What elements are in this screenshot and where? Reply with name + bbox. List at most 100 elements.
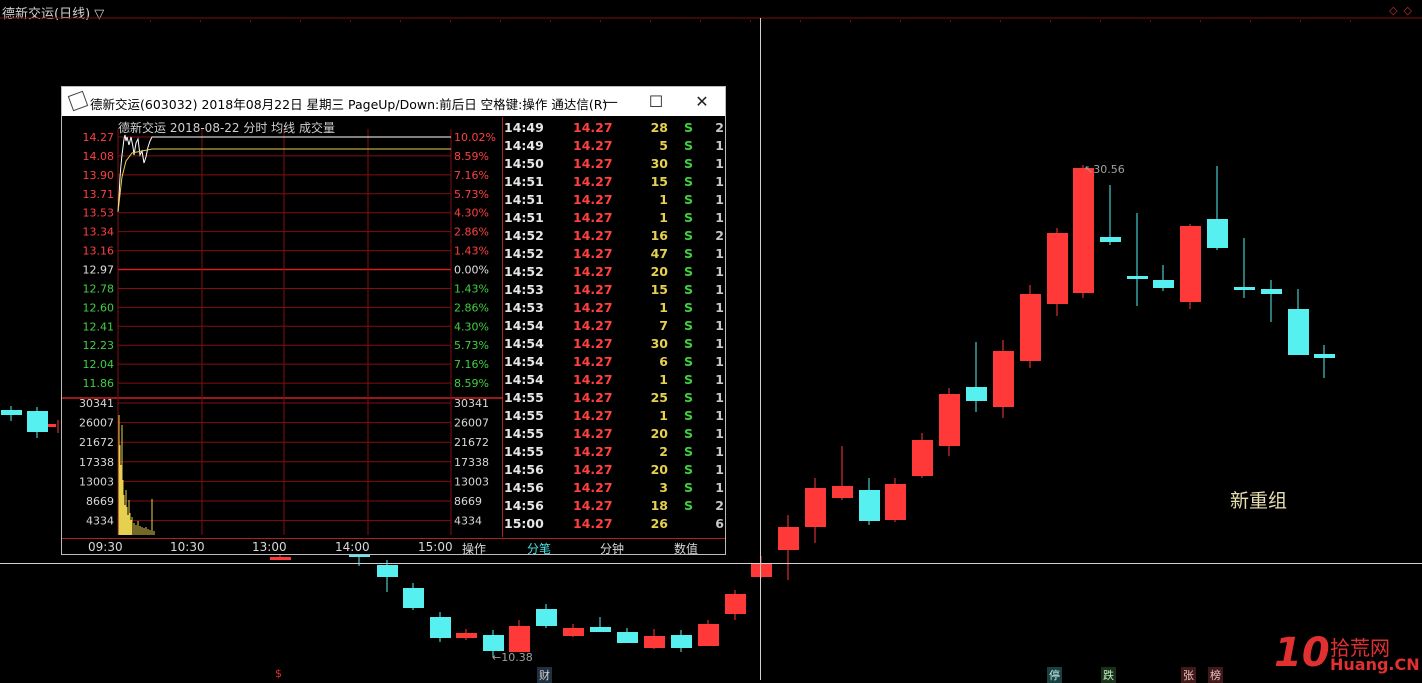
candle-body <box>1207 219 1228 248</box>
high-price-label: ↖30.56 <box>1084 163 1125 176</box>
close-icon[interactable]: ✕ <box>679 87 725 116</box>
tick-volume: 15 <box>650 174 668 189</box>
tick-row: 14:55 14.27 1 S 1 <box>503 407 726 425</box>
tick-price: 14.27 <box>573 264 613 279</box>
tick-price: 14.27 <box>573 174 613 189</box>
candle-body <box>563 628 584 636</box>
tick-direction: S <box>684 354 694 369</box>
candle-body <box>939 394 960 446</box>
app-icon <box>67 90 89 112</box>
top-tick <box>1150 20 1151 22</box>
tick-volume: 30 <box>650 336 668 351</box>
tick-row: 14:56 14.27 20 S 1 <box>503 461 726 479</box>
candle-body <box>698 624 719 646</box>
candle-body <box>1100 237 1121 242</box>
tick-count: 1 <box>715 282 724 297</box>
tick-time: 14:50 <box>504 156 544 171</box>
tab-operate[interactable]: 操作 <box>462 540 486 557</box>
tick-time: 14:53 <box>504 282 544 297</box>
pct-axis-label: 1.43% <box>454 282 489 295</box>
tick-count: 1 <box>715 390 724 405</box>
volume-axis-label: 17338 <box>79 456 114 469</box>
tick-price: 14.27 <box>573 516 613 531</box>
kline-stage[interactable]: 德新交运(日线) ▽ ◇◇ ↖30.56 ←10.38 新重组 $ 财 停 跌 … <box>0 0 1422 683</box>
tick-count: 1 <box>715 246 724 261</box>
candle-body <box>993 351 1014 407</box>
candle-body <box>1 410 22 415</box>
candle-body <box>483 635 504 651</box>
event-badge-finance[interactable]: 财 <box>537 667 552 683</box>
minimize-icon[interactable]: — <box>587 87 633 116</box>
pct-axis-label: 4.30% <box>454 207 489 220</box>
intraday-popup-window[interactable]: 德新交运(603032) 2018年08月22日 星期三 PageUp/Down… <box>61 86 726 557</box>
tick-time: 14:49 <box>504 138 544 153</box>
tick-count: 1 <box>715 336 724 351</box>
top-tick <box>700 20 701 22</box>
tick-row: 14:50 14.27 30 S 1 <box>503 155 726 173</box>
candle-body <box>966 387 987 401</box>
top-tick <box>1200 20 1201 22</box>
tick-volume: 26 <box>650 516 668 531</box>
maximize-icon[interactable]: ☐ <box>633 87 679 116</box>
tick-price: 14.27 <box>573 228 613 243</box>
tick-row: 14:54 14.27 30 S 1 <box>503 335 726 353</box>
tick-volume: 28 <box>650 120 668 135</box>
tick-time: 14:51 <box>504 192 544 207</box>
time-axis-label: 09:30 <box>88 540 123 554</box>
top-tick <box>300 20 301 22</box>
tick-time: 15:00 <box>504 516 544 531</box>
tick-count: 2 <box>715 120 724 135</box>
tick-direction: S <box>684 246 694 261</box>
tick-time: 14:55 <box>504 408 544 423</box>
tab-minute[interactable]: 分钟 <box>600 540 624 557</box>
tick-row: 14:52 14.27 16 S 2 <box>503 227 726 245</box>
event-badge-rank[interactable]: 榜 <box>1208 667 1223 683</box>
popup-title-bar[interactable]: 德新交运(603032) 2018年08月22日 星期三 PageUp/Down… <box>62 87 725 116</box>
pct-axis-label: 2.86% <box>454 301 489 314</box>
tick-direction: S <box>684 408 694 423</box>
tab-values[interactable]: 数值 <box>674 540 698 557</box>
price-axis-label: 12.41 <box>83 320 115 333</box>
price-axis-label: 14.27 <box>83 131 115 144</box>
tick-time: 14:55 <box>504 426 544 441</box>
tick-count: 1 <box>715 444 724 459</box>
tick-price: 14.27 <box>573 462 613 477</box>
volume-axis-label-right: 30341 <box>454 397 489 410</box>
candle-body <box>27 411 48 432</box>
event-badge-suspend[interactable]: 停 <box>1047 667 1062 683</box>
tick-row: 14:49 14.27 5 S 1 <box>503 137 726 155</box>
event-badge-dollar[interactable]: $ <box>273 667 284 680</box>
tick-count: 2 <box>715 498 724 513</box>
candle-body <box>590 627 611 632</box>
top-tick <box>950 20 951 22</box>
tab-ticks[interactable]: 分笔 <box>527 540 551 557</box>
price-axis-label: 13.34 <box>83 226 115 239</box>
event-badge-rise[interactable]: 张 <box>1181 667 1196 683</box>
candle-body <box>509 626 530 652</box>
tick-volume: 5 <box>659 138 668 153</box>
crosshair-vertical <box>760 18 761 680</box>
tick-direction: S <box>684 174 694 189</box>
tick-volume: 7 <box>659 318 668 333</box>
price-axis-label: 13.90 <box>83 169 115 182</box>
tick-count: 1 <box>715 408 724 423</box>
tick-direction: S <box>684 336 694 351</box>
price-axis-label: 12.23 <box>83 339 115 352</box>
top-tick <box>200 20 201 22</box>
top-tick <box>400 20 401 22</box>
candle-body <box>1073 168 1094 293</box>
candle-body <box>644 636 665 648</box>
tick-row: 14:56 14.27 3 S 1 <box>503 479 726 497</box>
intraday-chart-area[interactable]: 14.27 10.02% 14.08 8.59% 13.90 7.16% 13.71 5.73… <box>62 117 502 537</box>
watermark-logo: 10 拾荒网 Huang.CN <box>1274 630 1420 676</box>
pct-axis-label: 4.30% <box>454 320 489 333</box>
tick-list[interactable]: 14:49 14.27 28 S 2 14:49 14.27 5 S 1 14:50 14.27 30 S… <box>502 117 726 537</box>
tick-count: 1 <box>715 210 724 225</box>
time-axis-label: 15:00 <box>418 540 453 554</box>
tick-direction: S <box>684 498 694 513</box>
tick-row: 14:56 14.27 18 S 2 <box>503 497 726 515</box>
volume-axis-label-right: 21672 <box>454 436 489 449</box>
tick-time: 14:55 <box>504 390 544 405</box>
candle-body <box>377 565 398 577</box>
event-badge-limit-down[interactable]: 跌 <box>1101 667 1116 683</box>
